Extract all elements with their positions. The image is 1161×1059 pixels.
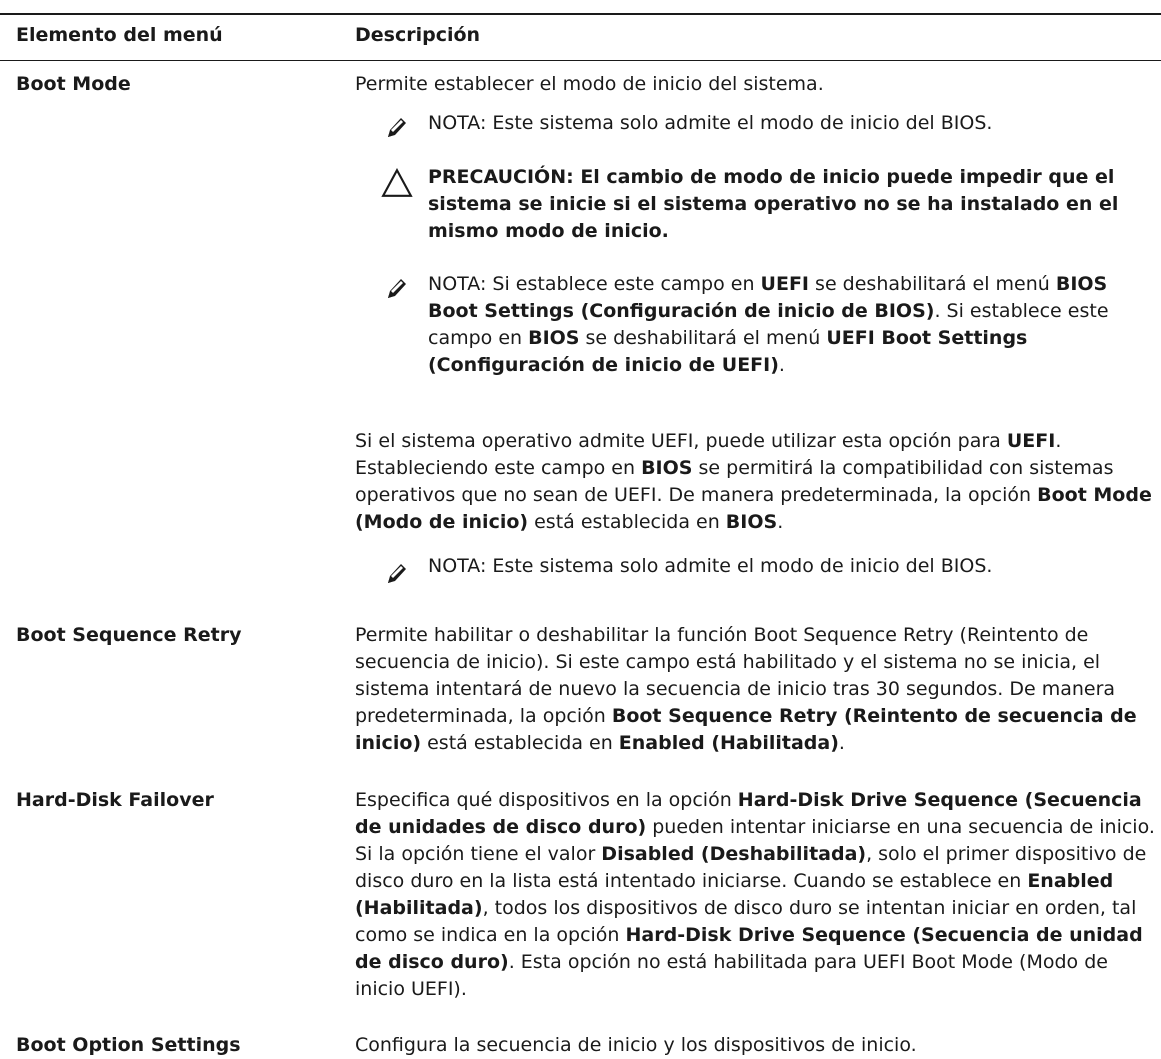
para-emphasis: BIOS xyxy=(725,511,778,533)
boot-mode-paragraph: Si el sistema operativo admite UEFI, pue… xyxy=(355,428,1155,536)
desc-text: está establecida en xyxy=(421,732,619,754)
warning-triangle-icon xyxy=(381,168,413,197)
note-label: NOTA: xyxy=(428,112,487,134)
note-text: . xyxy=(778,354,785,376)
note-text: Si establece este campo en xyxy=(486,273,761,295)
menu-item-boot-sequence-retry: Boot Sequence Retry xyxy=(16,624,242,646)
note-text: se deshabilitará el menú xyxy=(809,273,1056,295)
pencil-note-icon xyxy=(388,564,406,583)
menu-item-boot-option-settings: Boot Option Settings xyxy=(16,1034,241,1056)
boot-option-settings-description: Configura la secuencia de inicio y los d… xyxy=(355,1032,1155,1059)
para-text: . xyxy=(777,511,784,533)
desc-text: Configura la secuencia de inicio y los d… xyxy=(355,1034,917,1056)
boot-mode-intro: Permite establecer el modo de inicio del… xyxy=(355,71,1155,98)
boot-mode-intro-text: Permite establecer el modo de inicio del… xyxy=(355,73,824,95)
para-emphasis: UEFI xyxy=(1006,430,1056,452)
note-text: se deshabilitará el menú xyxy=(579,327,827,349)
table-top-rule xyxy=(0,13,1161,15)
note-text: Este sistema solo admite el modo de inic… xyxy=(486,555,993,577)
desc-text: Especifica qué dispositivos en la opción xyxy=(355,789,738,811)
para-text: Si el sistema operativo admite UEFI, pue… xyxy=(355,430,1007,452)
desc-emphasis: Disabled (Deshabilitada) xyxy=(601,843,867,865)
note-label: NOTA: xyxy=(428,555,487,577)
para-emphasis: BIOS xyxy=(641,457,693,479)
note-text: Este sistema solo admite el modo de inic… xyxy=(486,112,993,134)
note-emphasis: BIOS xyxy=(528,327,580,349)
menu-item-hard-disk-failover: Hard-Disk Failover xyxy=(16,789,214,811)
caution-label: PRECAUCIÓN: xyxy=(428,166,574,188)
column-header-item: Elemento del menú xyxy=(16,24,223,46)
menu-item-boot-mode: Boot Mode xyxy=(16,73,131,95)
boot-sequence-retry-description: Permite habilitar o deshabilitar la func… xyxy=(355,622,1155,757)
note-label: NOTA: xyxy=(428,273,487,295)
hard-disk-failover-description: Especifica qué dispositivos en la opción… xyxy=(355,787,1155,1003)
desc-text: . xyxy=(838,732,845,754)
note-emphasis: UEFI xyxy=(760,273,810,295)
desc-emphasis: Enabled (Habilitada) xyxy=(618,732,839,754)
pencil-note-icon xyxy=(388,118,406,137)
header-rule xyxy=(0,60,1161,61)
pencil-note-icon xyxy=(388,279,406,298)
para-text: está establecida en xyxy=(528,511,726,533)
column-header-description: Descripción xyxy=(355,24,481,46)
